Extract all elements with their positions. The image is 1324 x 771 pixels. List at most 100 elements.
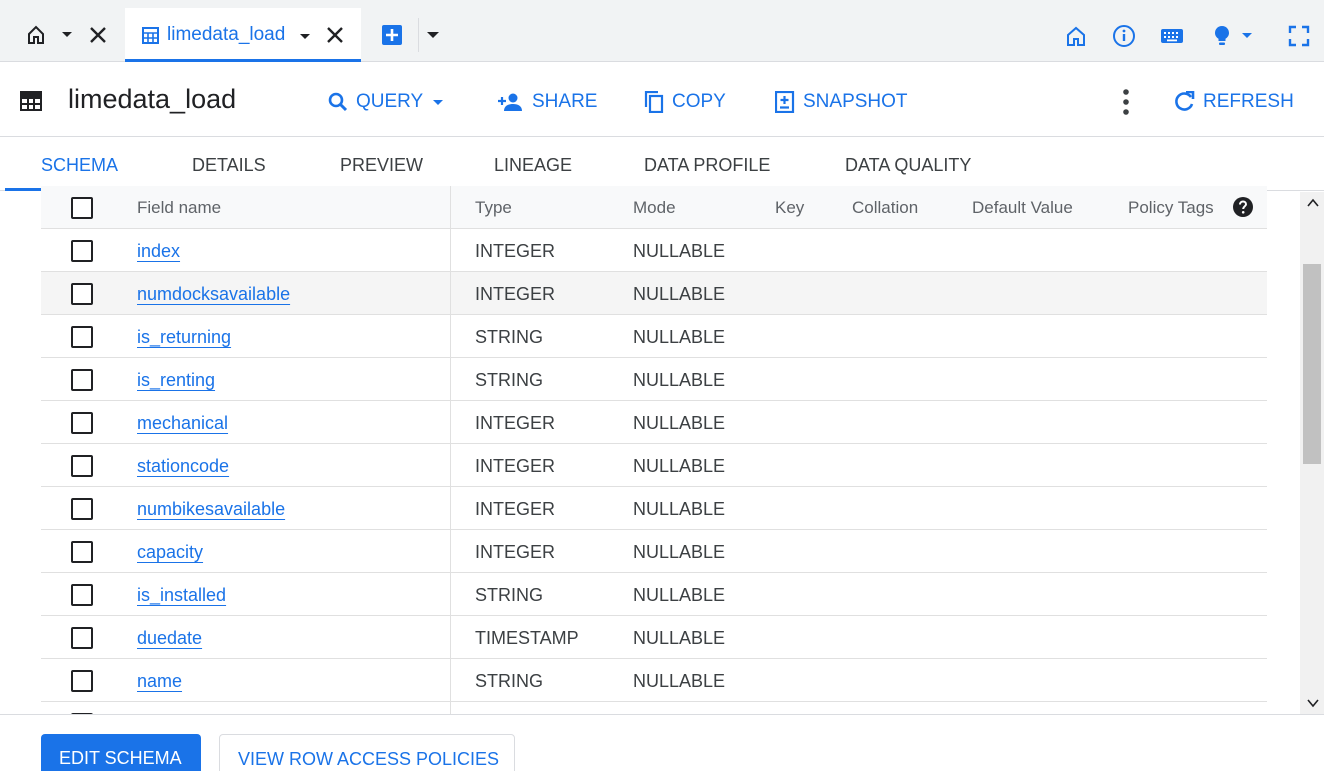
field-mode: NULLABLE	[633, 241, 726, 261]
table-row[interactable]: numdocksavailable INTEGER NULLABLE	[41, 272, 1267, 315]
fullscreen-icon[interactable]	[1287, 24, 1311, 48]
field-name-link[interactable]: duedate	[137, 628, 202, 649]
close-icon[interactable]	[88, 25, 108, 45]
add-tab-icon[interactable]	[381, 24, 403, 46]
refresh-button[interactable]: REFRESH	[1173, 89, 1294, 115]
column-header-field-name[interactable]: Field name	[137, 198, 221, 218]
snapshot-button[interactable]: SNAPSHOT	[775, 89, 908, 115]
field-mode: NULLABLE	[633, 284, 726, 304]
field-name-link[interactable]: numbikesavailable	[137, 499, 285, 520]
tab-dropdown-icon[interactable]	[300, 34, 310, 39]
query-label: QUERY	[356, 91, 424, 112]
tab-data-quality[interactable]: DATA QUALITY	[845, 155, 971, 176]
lightbulb-icon[interactable]	[1210, 24, 1234, 48]
field-name-link[interactable]: mechanical	[137, 413, 228, 434]
table-row[interactable]: is_installed STRING NULLABLE	[41, 573, 1267, 616]
field-type: STRING	[475, 585, 544, 605]
field-name-link[interactable]: capacity	[137, 542, 203, 563]
field-name-link[interactable]: stationcode	[137, 456, 229, 477]
schema-table: Field name Type Mode Key Collation Defau…	[41, 186, 1267, 714]
keyboard-icon[interactable]	[1160, 24, 1184, 48]
column-divider	[450, 487, 451, 530]
row-checkbox[interactable]	[71, 541, 93, 563]
table-row[interactable]: mechanical INTEGER NULLABLE	[41, 401, 1267, 444]
field-mode: NULLABLE	[633, 671, 726, 691]
select-all-checkbox[interactable]	[71, 197, 93, 219]
table-row[interactable]: stationcode INTEGER NULLABLE	[41, 444, 1267, 487]
row-checkbox[interactable]	[71, 498, 93, 520]
table-row[interactable]: duedate TIMESTAMP NULLABLE	[41, 616, 1267, 659]
add-tab-dropdown-icon[interactable]	[427, 32, 439, 38]
divider	[418, 18, 419, 52]
column-divider	[450, 659, 451, 702]
info-icon[interactable]	[1112, 24, 1136, 48]
row-checkbox[interactable]	[71, 412, 93, 434]
field-name-link[interactable]: is_installed	[137, 585, 226, 606]
field-name-link[interactable]: numdocksavailable	[137, 284, 290, 305]
table-row[interactable]: is_renting STRING NULLABLE	[41, 358, 1267, 401]
query-button[interactable]: QUERY	[328, 89, 444, 115]
home-icon[interactable]	[26, 24, 46, 46]
field-type: INTEGER	[475, 456, 556, 476]
share-button[interactable]: SHARE	[498, 89, 597, 115]
table-row[interactable]: is_returning STRING NULLABLE	[41, 315, 1267, 358]
tab-label: limedata_load	[167, 24, 286, 45]
tab-preview[interactable]: PREVIEW	[340, 155, 423, 176]
field-name-link[interactable]: is_renting	[137, 370, 215, 391]
table-row[interactable]: capacity INTEGER NULLABLE	[41, 530, 1267, 573]
refresh-label: REFRESH	[1203, 91, 1294, 112]
detail-tabs: SCHEMA DETAILS PREVIEW LINEAGE DATA PROF…	[0, 137, 1324, 191]
field-mode: NULLABLE	[633, 327, 726, 347]
schema-footer: EDIT SCHEMA VIEW ROW ACCESS POLICIES	[0, 714, 1324, 771]
field-mode: NULLABLE	[633, 628, 726, 648]
table-icon	[20, 91, 42, 111]
row-checkbox[interactable]	[71, 584, 93, 606]
scrollbar-thumb[interactable]	[1303, 264, 1321, 464]
field-mode: NULLABLE	[633, 542, 726, 562]
field-type: INTEGER	[475, 241, 556, 261]
row-checkbox[interactable]	[71, 455, 93, 477]
field-name-link[interactable]: index	[137, 241, 180, 262]
tab-schema[interactable]: SCHEMA	[41, 155, 118, 176]
more-vert-icon[interactable]	[1116, 87, 1136, 117]
tab-details[interactable]: DETAILS	[192, 155, 266, 176]
scroll-down-icon[interactable]	[1307, 698, 1319, 708]
field-mode: NULLABLE	[633, 585, 726, 605]
table-row[interactable]: name STRING NULLABLE	[41, 659, 1267, 702]
column-divider	[450, 573, 451, 616]
row-checkbox[interactable]	[71, 670, 93, 692]
close-tab-icon[interactable]	[325, 25, 345, 45]
field-type: INTEGER	[475, 413, 556, 433]
copy-button[interactable]: COPY	[644, 89, 726, 115]
tab-limedata-load[interactable]: limedata_load	[125, 8, 361, 62]
lightbulb-dropdown-icon[interactable]	[1242, 33, 1252, 38]
table-row[interactable]: numbikesavailable INTEGER NULLABLE	[41, 487, 1267, 530]
scroll-up-icon[interactable]	[1307, 198, 1319, 208]
tab-data-profile[interactable]: DATA PROFILE	[644, 155, 770, 176]
help-icon[interactable]	[1232, 196, 1254, 218]
edit-schema-button[interactable]: EDIT SCHEMA	[41, 734, 201, 771]
table-icon	[142, 27, 159, 44]
field-name-link[interactable]: name	[137, 671, 182, 692]
table-row[interactable]: index INTEGER NULLABLE	[41, 229, 1267, 272]
copy-label: COPY	[672, 91, 726, 112]
row-checkbox[interactable]	[71, 240, 93, 262]
column-divider	[450, 530, 451, 573]
row-checkbox[interactable]	[71, 627, 93, 649]
tab-lineage[interactable]: LINEAGE	[494, 155, 572, 176]
snapshot-icon	[775, 91, 795, 113]
row-checkbox[interactable]	[71, 369, 93, 391]
row-checkbox[interactable]	[71, 283, 93, 305]
row-checkbox[interactable]	[71, 326, 93, 348]
home-outline-icon[interactable]	[1064, 24, 1088, 48]
column-divider	[450, 358, 451, 401]
table-row-partial[interactable]	[41, 702, 1267, 714]
home-tab-dropdown-icon[interactable]	[62, 32, 72, 37]
vertical-scrollbar[interactable]	[1300, 192, 1324, 714]
view-row-access-policies-button[interactable]: VIEW ROW ACCESS POLICIES	[219, 734, 515, 771]
field-name-link[interactable]: is_returning	[137, 327, 231, 348]
column-divider	[450, 702, 451, 714]
column-divider	[450, 186, 451, 229]
column-header-default-value: Default Value	[972, 198, 1073, 217]
table-header: limedata_load QUERY SHARE COPY SNAPSHOT	[0, 63, 1324, 137]
